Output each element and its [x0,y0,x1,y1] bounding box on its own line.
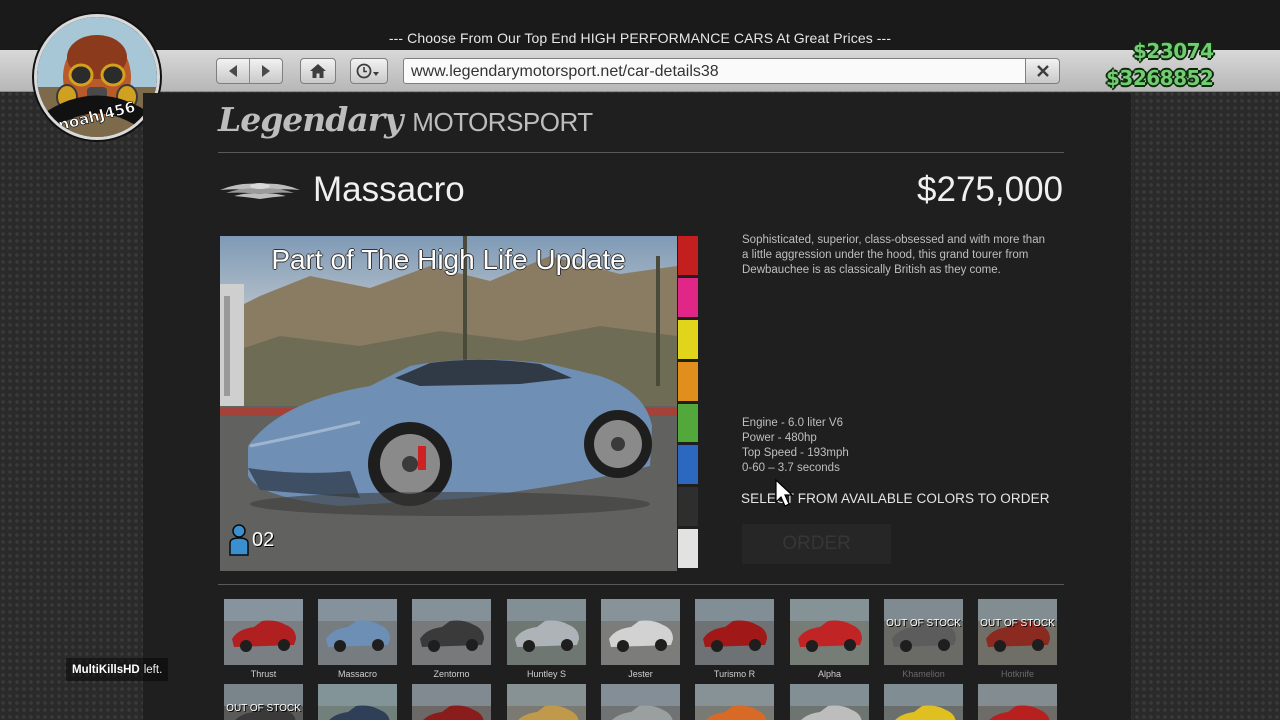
back-forward-buttons [216,58,283,84]
back-arrow-icon [229,65,237,77]
back-button[interactable] [217,59,249,83]
vehicle-thumbnail[interactable] [412,684,491,720]
vehicle-thumbnail-image [884,684,963,720]
vehicle-thumbnail-label: Turismo R [713,669,756,679]
color-swatch[interactable] [678,236,698,275]
vehicle-thumbnail[interactable] [695,599,774,665]
vehicle-thumbnail-image [695,684,774,720]
vehicle-thumbnail-label: Jester [628,669,653,679]
vehicle-thumbnail[interactable] [601,684,680,720]
photo-title: Part of The High Life Update [271,244,626,275]
forward-arrow-icon [261,65,270,77]
site-logo[interactable]: Legendary MOTORSPORT [218,100,593,148]
seat-count: 02 [228,524,274,556]
dewbauchee-badge-icon [218,178,302,209]
vehicle-thumbnail-image [507,684,586,720]
spec-acceleration: 0-60 – 3.7 seconds [742,462,840,474]
seat-count-number: 02 [252,528,275,551]
vehicle-thumbnail-image [695,599,774,665]
vehicle-thumbnail[interactable] [790,684,869,720]
feed-player-name: MultiKillsHD [72,663,140,676]
forward-button[interactable] [250,59,282,83]
car-photo: Part of The High Life Update 02 [220,236,677,571]
color-swatch[interactable] [678,403,698,443]
vehicle-thumbnail-image [884,599,963,665]
gas-mask-portrait-icon: noahJ456 [37,17,157,137]
vehicle-thumbnail-label: Huntley S [526,669,567,679]
vehicle-thumbnail[interactable]: OUT OF STOCK [884,599,963,665]
vehicle-thumbnail[interactable]: OUT OF STOCK [978,599,1057,665]
car-scene-illustration [220,236,677,571]
bank-balance: $3268852 [1106,66,1214,90]
vehicle-thumbnail[interactable] [507,599,586,665]
vehicle-thumbnail-label: Khamelion [902,669,945,679]
car-description: Sophisticated, superior, class-obsessed … [742,234,1045,276]
out-of-stock-label: OUT OF STOCK [980,618,1055,629]
feed-message: left. [143,663,163,676]
vehicle-thumbnail-label: Zentorno [433,669,470,679]
vehicle-thumbnail-image [507,599,586,665]
vehicle-thumbnail-image [412,599,491,665]
vehicle-thumbnail-label: Massacro [337,669,377,679]
vehicle-thumbnail[interactable] [412,599,491,665]
car-price: $275,000 [917,170,1063,209]
color-swatch[interactable] [678,529,698,569]
vehicle-thumbnail-label: Alpha [817,669,842,679]
vehicle-thumbnail-image [318,684,397,720]
close-icon [1036,65,1049,77]
car-specs: Engine - 6.0 liter V6 Power - 480hp Top … [742,416,849,476]
home-button[interactable] [300,58,336,84]
gallery-divider [218,584,1064,585]
game-feed-notification: MultiKillsHD left. [66,658,169,681]
vehicle-thumbnail[interactable] [978,684,1057,720]
home-icon [310,64,326,78]
vehicle-thumbnail-image [318,599,397,665]
header-divider [218,152,1064,153]
order-button[interactable]: ORDER [742,524,891,564]
vehicle-thumbnail-image [978,684,1057,720]
logo-word: MOTORSPORT [412,107,593,137]
vehicle-thumbnail-image [790,684,869,720]
vehicle-thumbnail[interactable] [318,599,397,665]
vehicle-thumbnail-image [412,684,491,720]
vehicle-thumbnail-image [224,599,303,665]
logo-script: Legendary [218,100,403,139]
vehicle-thumbnail-image [601,684,680,720]
vehicle-thumbnail[interactable] [224,599,303,665]
car-name: Massacro [313,170,465,209]
spec-top-speed: Top Speed - 193mph [742,447,849,459]
vehicle-thumbnail[interactable] [507,684,586,720]
vehicle-thumbnail[interactable] [601,599,680,665]
color-swatch[interactable] [678,487,698,527]
vehicle-thumbnail[interactable] [790,599,869,665]
color-swatch[interactable] [678,361,698,401]
spec-engine: Engine - 6.0 liter V6 [742,417,844,429]
person-icon [229,524,249,556]
color-swatch[interactable] [678,277,698,317]
vehicle-thumbnail-image [601,599,680,665]
vehicle-thumbnail[interactable] [318,684,397,720]
spec-power: Power - 480hp [742,432,817,444]
mouse-cursor-icon [774,478,794,513]
out-of-stock-label: OUT OF STOCK [226,703,301,714]
vehicle-thumbnail[interactable]: OUT OF STOCK [224,684,303,720]
out-of-stock-label: OUT OF STOCK [886,618,961,629]
vehicle-thumbnail[interactable] [884,684,963,720]
close-button[interactable] [1025,58,1060,84]
vehicle-thumbnail[interactable] [695,684,774,720]
color-swatch[interactable] [678,319,698,359]
color-swatches [678,236,698,571]
vehicle-thumbnail-image [978,599,1057,665]
vehicle-thumbnail-image [224,684,303,720]
vehicle-thumbnail-label: Thrust [250,669,277,679]
vehicle-thumbnail-image [790,599,869,665]
vehicle-thumbnail-label: Hotknife [1000,669,1035,679]
player-avatar: noahJ456 [34,14,160,140]
history-button[interactable] [350,58,388,84]
color-swatch[interactable] [678,445,698,485]
cash-balance: $23074 [1133,39,1214,63]
clock-icon [356,63,379,79]
url-field[interactable]: www.legendarymotorsport.net/car-details3… [403,58,1026,84]
site-tagline: --- Choose From Our Top End HIGH PERFORM… [388,30,892,46]
